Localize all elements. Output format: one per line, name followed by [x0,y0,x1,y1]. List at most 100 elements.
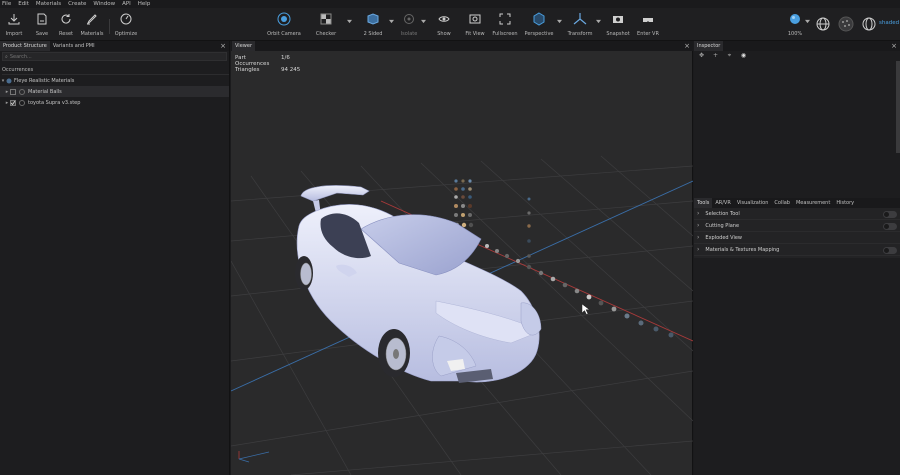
3d-scene[interactable] [231,51,693,475]
close-icon[interactable]: × [891,42,897,50]
fit-view-icon [468,12,482,26]
checker-button[interactable]: Checker [312,12,340,40]
perspective-dropdown-icon[interactable] [557,19,562,24]
viewer-tab-row: Viewer × [231,41,693,51]
transform-button[interactable]: Transform [566,12,594,40]
chevron-right-icon[interactable]: › [697,222,699,229]
tool-row-selection[interactable]: › Selection Tool [694,208,900,220]
move-icon[interactable]: ✥ [697,52,706,60]
close-icon[interactable]: × [684,42,690,50]
chevron-right-icon[interactable]: › [697,210,699,217]
cutting-plane-toggle[interactable] [883,223,897,230]
show-button[interactable]: Show [430,12,458,40]
isolate-dropdown-icon[interactable] [421,19,426,24]
shaded-label[interactable]: shaded [879,20,899,26]
perspective-button[interactable]: Perspective [525,12,553,40]
tab-inspector[interactable]: Inspector [694,41,724,51]
import-button[interactable]: Import [0,12,28,40]
tab-tools[interactable]: Tools [694,198,713,208]
checker-icon [319,12,333,26]
vr-headset-icon [641,12,655,26]
show-label: Show [437,31,451,37]
axis-gizmo-icon [238,451,270,463]
import-icon [7,12,21,26]
menu-create[interactable]: Create [68,1,86,7]
two-sided-button[interactable]: 2 Sided [359,12,387,40]
material-sphere-icon[interactable]: ◉ [739,52,748,60]
isolate-button[interactable]: Isolate [395,12,423,40]
car-model[interactable] [295,185,542,383]
inspector-panel: Inspector × ✥ + ⌖ ◉ Tools AR/VR Visualiz… [694,41,900,475]
zoom-sphere-icon [788,12,802,26]
search-input[interactable] [9,53,210,60]
wireframe-sphere-icon[interactable] [816,17,830,33]
tab-variants-pmi[interactable]: Variants and PMI [50,41,98,51]
tool-label: Cutting Plane [705,222,740,229]
enter-vr-button[interactable]: Enter VR [634,12,662,40]
tool-row-cutting-plane[interactable]: › Cutting Plane [694,220,900,232]
close-icon[interactable]: × [220,42,226,50]
menu-api[interactable]: API [122,1,131,7]
snapshot-button[interactable]: Snapshot [604,12,632,40]
fullscreen-icon [498,12,512,26]
assembly-icon [6,78,12,83]
menu-window[interactable]: Window [93,1,115,7]
tab-collab[interactable]: Collab [771,198,793,208]
two-sided-dropdown-icon[interactable] [389,19,394,24]
checker-label: Checker [315,31,337,37]
visibility-checkbox[interactable] [10,88,16,95]
viewer-panel[interactable]: Viewer × Part Occurrences 1/6 Triangles … [231,41,693,475]
tree-row-root[interactable]: ▾ Fleye Realistic Materials [0,75,229,86]
selection-toggle[interactable] [883,211,897,218]
tool-row-materials-mapping[interactable]: › Materials & Textures Mapping [694,244,900,256]
tree-label: Material Balls [28,88,62,95]
eye-icon [437,12,451,26]
tool-row-exploded-view[interactable]: › Exploded View [694,232,900,244]
tab-product-structure[interactable]: Product Structure [0,41,50,51]
inspector-scrollbar[interactable] [896,61,900,153]
tree-row-toyota-supra[interactable]: ▸ toyota Supra v3.step [0,97,229,108]
mouse-cursor-icon [581,303,591,315]
orbit-camera-button[interactable]: Orbit Camera [267,12,301,40]
transform-dropdown-icon[interactable] [596,19,601,24]
stat-row: Part Occurrences 1/6 [235,55,300,67]
cube-icon [366,12,380,26]
menu-help[interactable]: Help [138,1,151,7]
add-icon[interactable]: + [711,52,720,60]
tab-ar-vr[interactable]: AR/VR [712,198,733,208]
gauge-icon [119,12,133,26]
visibility-checkbox[interactable] [10,99,16,106]
materials-label: Materials [80,31,104,37]
checker-dropdown-icon[interactable] [347,19,352,24]
product-structure-panel: Product Structure Variants and PMI × ⌕ O… [0,41,230,475]
chevron-right-icon[interactable]: › [697,246,699,253]
tab-history[interactable]: History [833,198,857,208]
toolbar-separator [109,19,110,34]
perspective-icon [532,12,546,26]
fit-view-button[interactable]: Fit View [461,12,489,40]
dotted-sphere-icon[interactable] [838,16,854,34]
transform-gizmo-icon[interactable]: ⌖ [725,52,734,60]
menu-edit[interactable]: Edit [18,1,29,7]
tab-measurement[interactable]: Measurement [793,198,833,208]
tab-viewer[interactable]: Viewer [232,41,255,51]
tab-visualization[interactable]: Visualization [734,198,772,208]
menu-materials[interactable]: Materials [36,1,61,7]
menu-file[interactable]: File [2,1,11,7]
reset-button[interactable]: Reset [52,12,80,40]
optimize-button[interactable]: Optimize [112,12,140,40]
tree-row-material-balls[interactable]: ▸ Material Balls [0,86,229,97]
search-box[interactable]: ⌕ [2,52,227,61]
materials-mapping-toggle[interactable] [883,247,897,254]
perspective-label: Perspective [524,31,554,37]
chevron-right-icon[interactable]: › [697,234,699,241]
transform-label: Transform [567,31,593,37]
zoom-button[interactable]: 100% [781,12,809,40]
shaded-sphere-icon[interactable] [862,17,876,33]
materials-button[interactable]: Materials [78,12,106,40]
save-icon [35,12,49,26]
fullscreen-button[interactable]: Fullscreen [491,12,519,40]
menu-bar: File Edit Materials Create Window API He… [0,0,900,8]
part-icon [19,88,25,95]
zoom-dropdown-icon[interactable] [805,19,810,24]
